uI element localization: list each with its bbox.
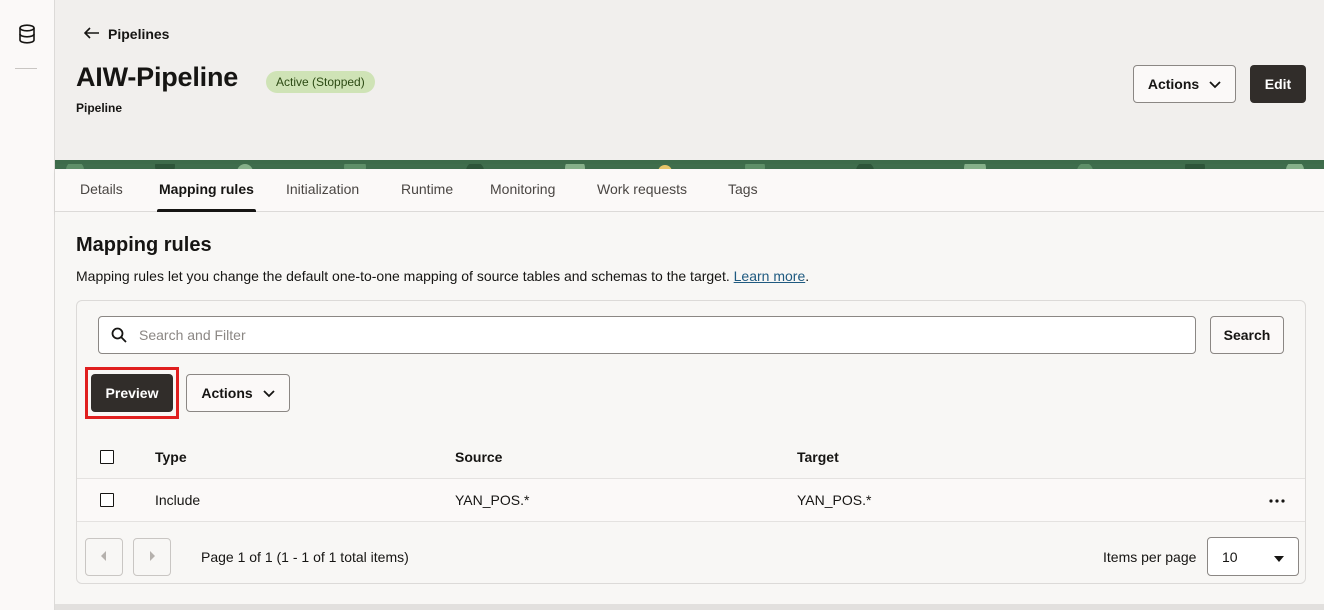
tab-details[interactable]: Details xyxy=(80,169,123,212)
next-page-button[interactable] xyxy=(133,538,171,576)
edit-button[interactable]: Edit xyxy=(1250,65,1306,103)
table-header-row: Type Source Target xyxy=(77,435,1305,479)
previous-page-button[interactable] xyxy=(85,538,123,576)
database-icon[interactable] xyxy=(16,23,38,45)
tab-runtime[interactable]: Runtime xyxy=(401,169,453,212)
header-actions-button[interactable]: Actions xyxy=(1133,65,1236,103)
tab-tags[interactable]: Tags xyxy=(728,169,758,212)
tab-initialization[interactable]: Initialization xyxy=(286,169,359,212)
page-status-text: Page 1 of 1 (1 - 1 of 1 total items) xyxy=(201,549,409,565)
search-input[interactable] xyxy=(139,327,1195,343)
items-per-page-value: 10 xyxy=(1222,548,1238,565)
actions-label: Actions xyxy=(201,385,253,401)
back-link-label: Pipelines xyxy=(108,26,170,42)
arrow-left-icon xyxy=(83,26,100,42)
row-type: Include xyxy=(155,492,201,508)
row-checkbox[interactable] xyxy=(100,493,114,507)
section-title: Mapping rules xyxy=(76,234,212,256)
status-badge: Active (Stopped) xyxy=(266,71,375,93)
search-icon xyxy=(99,327,139,343)
items-per-page-label: Items per page xyxy=(1103,549,1197,565)
decorative-banner xyxy=(55,160,1324,169)
page-title: AIW-Pipeline xyxy=(76,62,239,92)
actions-dropdown-button[interactable]: Actions xyxy=(186,374,290,412)
bottom-strip xyxy=(55,604,1324,610)
description-period: . xyxy=(805,268,810,284)
rail-divider xyxy=(15,68,37,69)
back-to-pipelines-link[interactable]: Pipelines xyxy=(83,26,170,42)
learn-more-link[interactable]: Learn more xyxy=(734,268,806,284)
caret-left-icon xyxy=(101,548,107,566)
mapping-rules-card: Search Preview Actions Type Source Targe… xyxy=(76,300,1306,584)
tab-monitoring[interactable]: Monitoring xyxy=(490,169,555,212)
chevron-down-icon xyxy=(263,385,275,401)
left-rail xyxy=(0,0,55,610)
table-row[interactable]: Include YAN_POS.* YAN_POS.* xyxy=(77,479,1305,522)
tab-mapping-rules[interactable]: Mapping rules xyxy=(157,169,256,212)
header-actions-label: Actions xyxy=(1147,76,1200,92)
page-header: Pipelines AIW-Pipeline Active (Stopped) … xyxy=(55,0,1324,162)
mapping-rules-table: Type Source Target Include YAN_POS.* YAN… xyxy=(77,435,1305,522)
items-per-page-select[interactable]: 10 xyxy=(1207,537,1299,576)
caret-right-icon xyxy=(149,548,155,566)
column-header-source[interactable]: Source xyxy=(455,435,502,479)
pagination-bar: Page 1 of 1 (1 - 1 of 1 total items) Ite… xyxy=(77,523,1305,583)
section-description: Mapping rules let you change the default… xyxy=(76,268,809,284)
main-content: Mapping rules Mapping rules let you chan… xyxy=(55,212,1324,610)
more-actions-icon[interactable] xyxy=(1267,491,1287,511)
tab-work-requests[interactable]: Work requests xyxy=(597,169,687,212)
column-header-type[interactable]: Type xyxy=(155,435,187,479)
select-all-checkbox[interactable] xyxy=(100,450,114,464)
search-field xyxy=(98,316,1196,354)
column-header-target[interactable]: Target xyxy=(797,435,839,479)
row-target: YAN_POS.* xyxy=(797,492,872,508)
preview-button[interactable]: Preview xyxy=(91,374,173,412)
chevron-down-icon xyxy=(1209,76,1221,92)
description-text: Mapping rules let you change the default… xyxy=(76,268,730,284)
row-source: YAN_POS.* xyxy=(455,492,530,508)
caret-down-icon xyxy=(1274,549,1284,565)
tab-bar: Details Mapping rules Initialization Run… xyxy=(55,169,1324,212)
page-subtitle: Pipeline xyxy=(76,101,123,115)
search-button[interactable]: Search xyxy=(1210,316,1284,354)
